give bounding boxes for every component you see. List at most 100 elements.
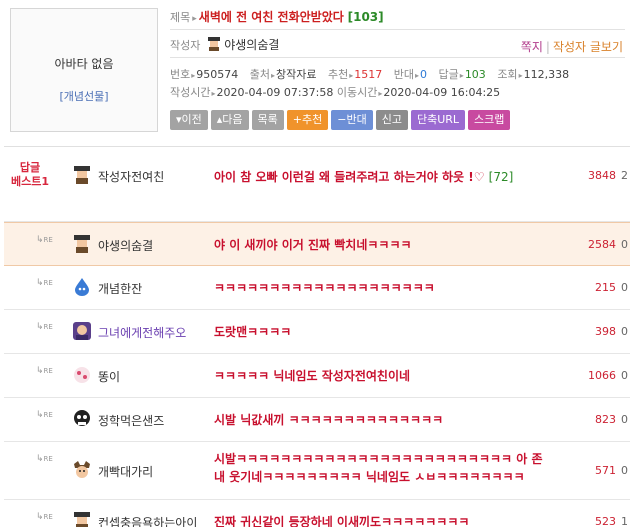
- best-badge-line1: 답글: [19, 161, 41, 174]
- arrow-icon: ▸: [349, 71, 354, 80]
- prev-button[interactable]: ▾이전: [170, 110, 208, 130]
- comment-oppose: 0: [621, 325, 628, 338]
- comment-oppose: 2: [621, 169, 628, 182]
- comment-score: 3848: [588, 169, 616, 182]
- comment-author[interactable]: 정학먹은샌즈: [98, 412, 164, 429]
- comment-score: 215: [595, 281, 616, 294]
- comments-label: 답글: [438, 68, 459, 81]
- comment-author[interactable]: 똥이: [98, 368, 120, 385]
- mini-avatar-icon: [208, 37, 221, 51]
- comment-score: 823: [595, 413, 616, 426]
- best-comment-badge: 답글 베스트1: [10, 161, 50, 189]
- post-title: 새벽에 전 여친 전화안받았다: [198, 10, 344, 24]
- recommend-label: 추천: [328, 68, 349, 81]
- comment-text: ㅋㅋㅋㅋㅋ 닉네임도 작성자전여친이네: [214, 369, 411, 383]
- comment-row: ↳RE 개념한잔 ㅋㅋㅋㅋㅋㅋㅋㅋㅋㅋㅋㅋㅋㅋㅋㅋㅋㅋㅋㅋ 215 0: [4, 266, 630, 310]
- comment-score: 2584: [588, 238, 616, 251]
- author-links: 쪽지 | 작성자 글보기: [521, 38, 623, 55]
- title-comment-count: [103]: [347, 10, 384, 24]
- comments-count: 103: [464, 68, 486, 81]
- stats-row: 번호▸950574 출처▸창작자료 추천▸1517 반대▸0 답글▸103 조회…: [170, 66, 569, 82]
- arrow-icon: ▸: [271, 71, 276, 80]
- character-icon: [74, 461, 90, 478]
- written-time: 2020-04-09 07:37:58: [216, 86, 334, 99]
- title-row: 제목 ▸ 새벽에 전 여친 전화안받았다 [103]: [170, 8, 625, 30]
- short-url-button[interactable]: 단축URL: [410, 110, 466, 130]
- title-prefix: 제목: [170, 11, 191, 24]
- comment-score: 1066: [588, 369, 616, 382]
- comment-oppose: 0: [621, 464, 628, 477]
- moved-label: 이동시간: [336, 86, 378, 99]
- comment-author[interactable]: 그녀에게전해주오: [98, 324, 186, 341]
- comment-author[interactable]: 작성자전여친: [98, 168, 164, 185]
- comment-author[interactable]: 컨셉충음욕하는아이: [98, 514, 197, 527]
- views-count: 112,338: [523, 68, 570, 81]
- arrow-icon: ▸: [378, 89, 383, 98]
- best-badge-line2: 베스트1: [10, 175, 49, 188]
- arrow-icon: ▸: [459, 71, 464, 80]
- mini-avatar-icon: [74, 235, 90, 253]
- message-link[interactable]: 쪽지: [521, 40, 543, 54]
- comment-score: 398: [595, 325, 616, 338]
- comment-oppose: 0: [621, 413, 628, 426]
- next-button[interactable]: ▴다음: [210, 110, 249, 130]
- character-icon: [74, 367, 90, 383]
- comment-list: 답글 베스트1 작성자전여친 아이 참 오빠 이런걸 왜 들려주려고 하는거야 …: [4, 146, 630, 527]
- author-row: 작성자 야생의숨결 쪽지 | 작성자 글보기: [170, 36, 625, 58]
- list-button[interactable]: 목록: [251, 110, 284, 130]
- author-posts-link[interactable]: 작성자 글보기: [553, 40, 623, 54]
- comment-row: ↳RE 똥이 ㅋㅋㅋㅋㅋ 닉네임도 작성자전여친이네 1066 0: [4, 354, 630, 398]
- comment-oppose: 1: [621, 515, 628, 527]
- author-label: 작성자: [170, 39, 201, 52]
- concept-gift-link[interactable]: [개념선물]: [11, 88, 157, 104]
- comment-row-best: 답글 베스트1 작성자전여친 아이 참 오빠 이런걸 왜 들려주려고 하는거야 …: [4, 146, 630, 222]
- re-arrow-icon: ↳RE: [36, 454, 53, 464]
- arrow-icon: ▸: [415, 71, 420, 80]
- comment-oppose: 0: [621, 369, 628, 382]
- action-buttons: ▾이전 ▴다음 목록 +추천 −반대 신고 단축URL 스크랩: [170, 110, 513, 131]
- comment-oppose: 0: [621, 281, 628, 294]
- comment-text-line2: 내 웃기네ㅋㅋㅋㅋㅋㅋㅋㅋㅋ 닉네임도 ㅅㅂㅋㅋㅋㅋㅋㅋㅋㅋ: [214, 470, 525, 484]
- comment-row: ↳RE 야생의숨결 야 이 새끼야 이거 진짜 빡치네ㅋㅋㅋㅋ 2584 0: [4, 222, 630, 266]
- oppose-count: 0: [420, 68, 428, 81]
- re-arrow-icon: ↳RE: [36, 278, 53, 288]
- comment-author[interactable]: 야생의숨결: [98, 237, 153, 254]
- author-name[interactable]: 야생의숨결: [224, 38, 279, 52]
- time-row: 작성시간▸2020-04-09 07:37:58 이동시간▸2020-04-09…: [170, 84, 500, 100]
- comment-text: 아이 참 오빠 이런걸 왜 들려주려고 하는거야 하읏 !♡ [72]: [214, 168, 513, 185]
- comment-score: 571: [595, 464, 616, 477]
- character-icon: [73, 322, 91, 340]
- re-arrow-icon: ↳RE: [36, 322, 53, 332]
- post-header: 아바타 없음 [개념선물] 제목 ▸ 새벽에 전 여친 전화안받았다 [103] 작…: [0, 0, 631, 142]
- number-label: 번호: [170, 68, 191, 81]
- oppose-button[interactable]: −반대: [331, 110, 373, 130]
- title-arrow-icon: ▸: [192, 14, 197, 24]
- report-button[interactable]: 신고: [375, 110, 408, 130]
- comment-row: ↳RE 개빡대가리 시발ㅋㅋㅋㅋㅋㅋㅋㅋㅋㅋㅋㅋㅋㅋㅋㅋㅋㅋㅋㅋㅋㅋㅋㅋㅋ 아 …: [4, 442, 630, 500]
- link-separator: |: [545, 40, 550, 54]
- comment-text-line1: 시발ㅋㅋㅋㅋㅋㅋㅋㅋㅋㅋㅋㅋㅋㅋㅋㅋㅋㅋㅋㅋㅋㅋㅋㅋㅋ 아 존: [214, 452, 543, 466]
- water-drop-icon: [75, 278, 89, 296]
- re-arrow-icon: ↳RE: [36, 366, 53, 376]
- comment-text-body: 아이 참 오빠 이런걸 왜 들려주려고 하는거야 하읏 !♡: [214, 170, 485, 184]
- comment-text: ㅋㅋㅋㅋㅋㅋㅋㅋㅋㅋㅋㅋㅋㅋㅋㅋㅋㅋㅋㅋ: [214, 281, 435, 295]
- comment-author[interactable]: 개빡대가리: [98, 463, 153, 480]
- comment-reply-count: [72]: [488, 170, 514, 184]
- mini-avatar-icon: [74, 512, 90, 527]
- comment-text: 야 이 새끼야 이거 진짜 빡치네ㅋㅋㅋㅋ: [214, 238, 412, 252]
- scrap-button[interactable]: 스크랩: [468, 110, 511, 130]
- arrow-icon: ▸: [211, 89, 216, 98]
- written-label: 작성시간: [170, 86, 211, 99]
- recommend-button[interactable]: +추천: [286, 110, 329, 130]
- moved-time: 2020-04-09 16:04:25: [383, 86, 501, 99]
- comment-oppose: 0: [621, 238, 628, 251]
- recommend-count: 1517: [354, 68, 383, 81]
- source-label: 출처: [249, 68, 271, 81]
- comment-text: 진짜 귀신같이 등장하네 이새끼도ㅋㅋㅋㅋㅋㅋㅋㅋ: [214, 515, 470, 527]
- comment-text: 시발ㅋㅋㅋㅋㅋㅋㅋㅋㅋㅋㅋㅋㅋㅋㅋㅋㅋㅋㅋㅋㅋㅋㅋㅋㅋ 아 존 내 웃기네ㅋㅋㅋ…: [214, 450, 588, 486]
- arrow-icon: ▸: [518, 71, 523, 80]
- comment-row: ↳RE 그녀에게전해주오 도랏맨ㅋㅋㅋㅋ 398 0: [4, 310, 630, 354]
- comment-text: 시발 닉값새끼 ㅋㅋㅋㅋㅋㅋㅋㅋㅋㅋㅋㅋㅋㅋ: [214, 413, 444, 427]
- comment-text: 도랏맨ㅋㅋㅋㅋ: [214, 325, 292, 339]
- comment-author[interactable]: 개념한잔: [98, 280, 142, 297]
